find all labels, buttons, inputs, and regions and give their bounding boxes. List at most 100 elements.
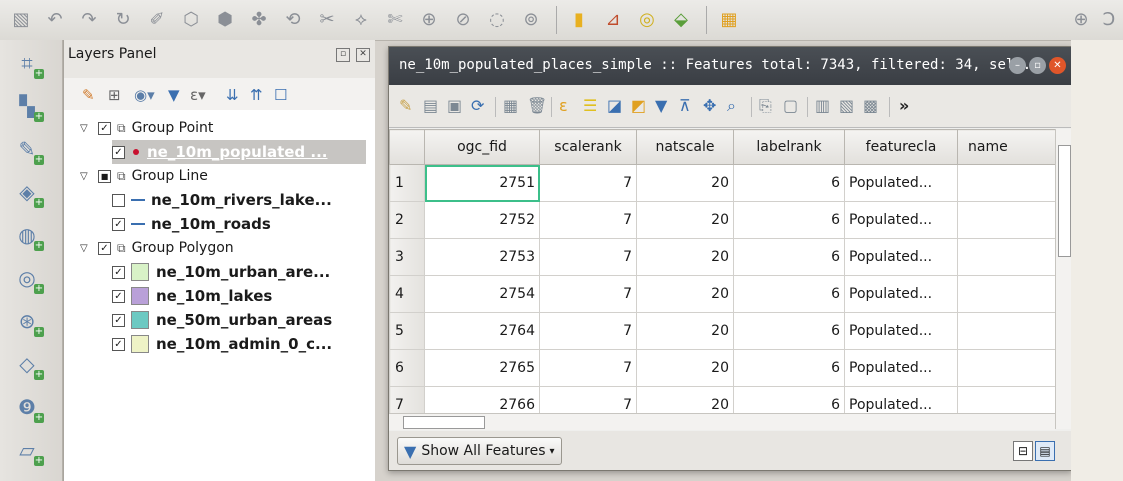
undo-icon[interactable]: ↷ [76, 6, 102, 32]
new-field-icon[interactable]: ▥ [815, 96, 830, 115]
form-view-icon[interactable]: ⊟ [1013, 441, 1033, 461]
field-calculator-icon[interactable]: ▩ [863, 96, 878, 115]
table-row[interactable]: 3 2753 7 20 6 Populated... [389, 238, 1059, 276]
table-cell[interactable]: 2751 [424, 164, 540, 202]
filter-selected-icon[interactable]: ▼ [655, 96, 667, 115]
table-row[interactable]: 5 2764 7 20 6 Populated... [389, 312, 1059, 350]
row-header[interactable]: 3 [389, 238, 425, 276]
layer-item[interactable]: ✓ ne_10m_populated ... [112, 140, 366, 164]
layer-item[interactable]: ne_10m_rivers_lake... [112, 188, 332, 212]
table-cell[interactable]: 7 [539, 201, 637, 239]
corner-header[interactable] [389, 129, 425, 165]
table-cell[interactable] [957, 349, 1059, 387]
table-cell[interactable] [957, 201, 1059, 239]
layer-item[interactable]: ✓ ne_10m_urban_are... [112, 260, 330, 284]
table-cell[interactable]: 7 [539, 238, 637, 276]
expression-filter-icon[interactable]: ε▾ [190, 86, 206, 104]
select-icon[interactable]: ↶ [42, 6, 68, 32]
float-panel-icon[interactable]: ▫ [336, 48, 350, 62]
table-cell[interactable]: 20 [636, 238, 734, 276]
window-titlebar[interactable]: ne_10m_populated_places_simple :: Featur… [389, 47, 1071, 85]
wfs-icon[interactable]: ◍ + [12, 220, 44, 251]
table-cell[interactable]: 20 [636, 201, 734, 239]
layer-item[interactable]: ✓ ne_50m_urban_areas [112, 308, 332, 332]
table-cell[interactable]: 20 [636, 164, 734, 202]
column-header[interactable]: name [957, 129, 1059, 165]
table-cell[interactable]: 6 [733, 312, 845, 350]
visibility-icon[interactable]: ◉▾ [134, 86, 155, 104]
table-cell[interactable] [957, 312, 1059, 350]
table-row[interactable]: 2 2752 7 20 6 Populated... [389, 201, 1059, 239]
table-cell[interactable] [957, 275, 1059, 313]
row-header[interactable]: 4 [389, 275, 425, 313]
layer-checkbox[interactable]: ✓ [98, 121, 111, 135]
pan-map-icon[interactable]: ✥ [703, 96, 716, 115]
rotate-icon[interactable]: ⟲ [280, 6, 306, 32]
table-cell[interactable]: 6 [733, 201, 845, 239]
scroll-thumb[interactable] [1058, 145, 1071, 257]
minimize-icon[interactable]: – [1009, 57, 1026, 74]
filter-icon[interactable]: ▼ [168, 86, 180, 104]
virtual-layer-icon[interactable]: ◇ + [12, 349, 44, 380]
reshape-icon[interactable]: ⟡ [348, 6, 374, 32]
paste-icon[interactable]: ▢ [783, 96, 798, 115]
postgis-icon[interactable]: ⊛ + [12, 306, 44, 337]
layer-checkbox[interactable]: ✓ [98, 241, 111, 255]
layer-group[interactable]: ▽ ✓ ⧉ Group Polygon [80, 236, 234, 260]
vertex-icon[interactable]: ⬡ [178, 6, 204, 32]
invert-selection-icon[interactable]: ◪ [607, 96, 622, 115]
collapse-all-icon[interactable]: ⇈ [250, 86, 263, 104]
reload-icon[interactable]: ⟳ [471, 96, 484, 115]
expression-select-icon[interactable]: ε [559, 96, 568, 115]
merge-icon[interactable]: ⊕ [416, 6, 442, 32]
table-cell[interactable]: Populated... [844, 164, 958, 202]
layer-group[interactable]: ▽ ✓ ⧉ Group Point [80, 116, 213, 140]
histogram-icon[interactable]: ▦ [716, 6, 742, 32]
wcs-icon[interactable]: ◎ + [12, 263, 44, 294]
maximize-icon[interactable]: ▫ [1029, 57, 1046, 74]
show-all-features-button[interactable]: ▼ Show All Features ▾ [397, 437, 562, 465]
multi-edit-icon[interactable]: ▤ [423, 96, 438, 115]
raster-icon[interactable]: ▚ + [12, 91, 44, 122]
horizontal-scrollbar[interactable] [389, 413, 1055, 430]
plugin-icon[interactable]: ⊿ [600, 6, 626, 32]
table-cell[interactable]: 6 [733, 349, 845, 387]
layer-group[interactable]: ▽ ■ ⧉ Group Line [80, 164, 208, 188]
table-row[interactable]: 4 2754 7 20 6 Populated... [389, 275, 1059, 313]
style-icon[interactable]: ✎ [82, 86, 95, 104]
table-cell[interactable]: Populated... [844, 349, 958, 387]
compass-icon[interactable]: ⊕ [1068, 6, 1094, 32]
table-row[interactable]: 1 2751 7 20 6 Populated... [389, 164, 1059, 202]
expand-arrow-icon[interactable]: ▽ [80, 123, 92, 134]
table-view-icon[interactable]: ▤ [1035, 441, 1055, 461]
table-cell[interactable]: Populated... [844, 238, 958, 276]
scroll-thumb[interactable] [403, 416, 485, 429]
locate-icon[interactable]: ◎ [634, 6, 660, 32]
column-header[interactable]: featurecla [844, 129, 958, 165]
column-header[interactable]: labelrank [733, 129, 845, 165]
table-cell[interactable]: 7 [539, 275, 637, 313]
row-header[interactable]: 2 [389, 201, 425, 239]
select-all-icon[interactable]: ☰ [583, 96, 597, 115]
table-cell[interactable]: Populated... [844, 201, 958, 239]
more-tools-icon[interactable]: » [899, 96, 909, 115]
split-icon[interactable]: ✄ [382, 6, 408, 32]
move-feature-icon[interactable]: ✤ [246, 6, 272, 32]
column-header[interactable]: natscale [636, 129, 734, 165]
expand-arrow-icon[interactable]: ▽ [80, 171, 92, 182]
table-cell[interactable]: 7 [539, 312, 637, 350]
expand-arrow-icon[interactable]: ▽ [80, 243, 92, 254]
table-cell[interactable]: 7 [539, 164, 637, 202]
wms-icon[interactable]: ◈ + [12, 177, 44, 208]
table-cell[interactable]: 20 [636, 275, 734, 313]
table-cell[interactable]: 6 [733, 275, 845, 313]
table-cell[interactable]: 2764 [424, 312, 540, 350]
layer-checkbox[interactable]: ✓ [112, 337, 125, 351]
overflow-icon[interactable]: Ↄ [1096, 6, 1122, 32]
line-layer-icon[interactable]: ✎ + [12, 134, 44, 165]
layer-item[interactable]: ✓ ne_10m_admin_0_c... [112, 332, 332, 356]
copy-icon[interactable]: ⎘ [759, 96, 772, 116]
offset-icon[interactable]: ⊘ [450, 6, 476, 32]
gps-icon[interactable]: ⬙ [668, 6, 694, 32]
snap-icon[interactable]: ▧ [8, 6, 34, 32]
